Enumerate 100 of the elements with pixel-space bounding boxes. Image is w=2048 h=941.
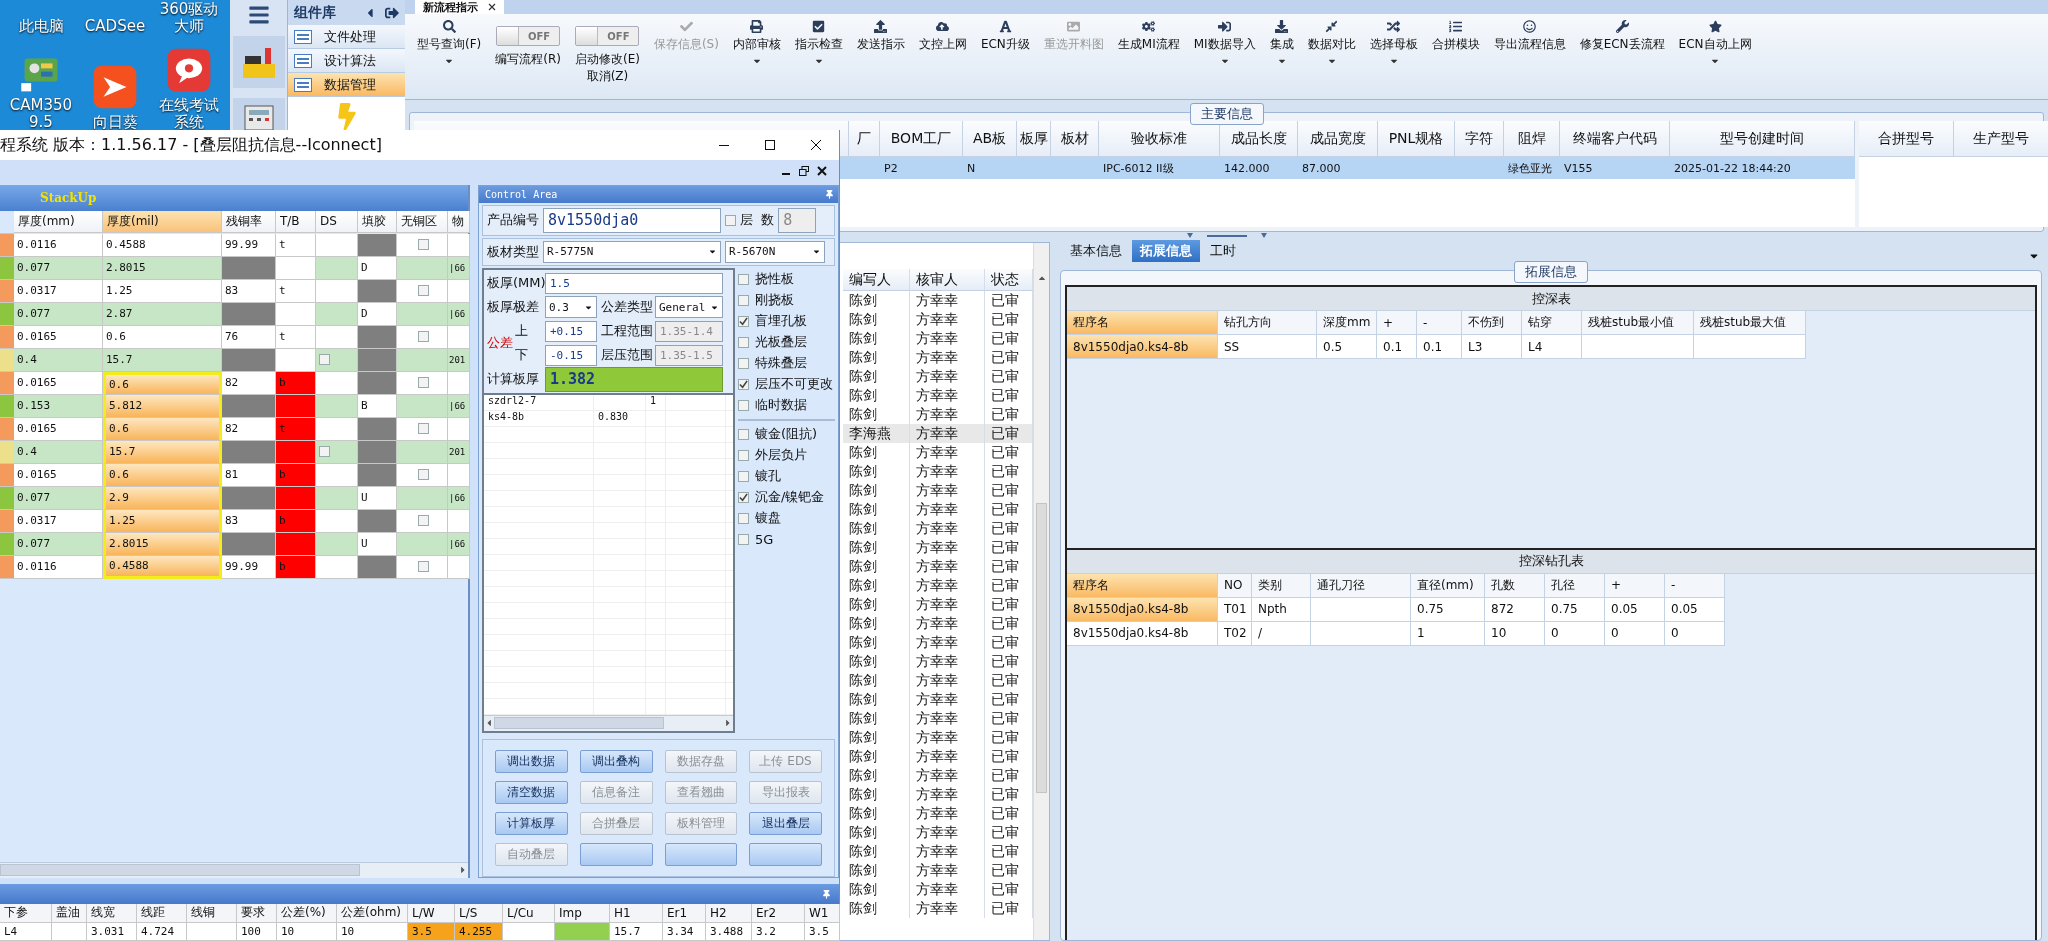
restore-icon[interactable] [799, 166, 809, 177]
toolbar-button[interactable]: 生成MI流程 [1111, 18, 1186, 55]
column-header[interactable]: 下参 [0, 904, 52, 923]
table-cell[interactable]: 15.7 [103, 441, 222, 464]
action-button[interactable]: 计算板厚 [495, 812, 568, 835]
checkbox[interactable] [725, 215, 736, 226]
checkbox-label[interactable]: 层压不可更改 [755, 375, 833, 394]
column-header[interactable]: 残铜率 [222, 211, 276, 233]
checkbox-label[interactable]: 临时数据 [755, 396, 807, 415]
table-cell[interactable]: 0.4588 [103, 556, 222, 579]
blank-button[interactable] [664, 843, 738, 866]
toolbar-button[interactable]: 导出流程信息 [1487, 18, 1572, 55]
checkbox-label[interactable]: 特殊叠层 [755, 354, 807, 373]
toolbar-button[interactable]: 选择母板 [1363, 18, 1424, 68]
table-cell[interactable]: 2.8015 [103, 533, 222, 556]
checkbox[interactable] [418, 377, 429, 389]
checkbox-label[interactable]: 外层负片 [755, 446, 807, 465]
checkbox-label[interactable]: 刚挠板 [755, 291, 794, 310]
table-cell[interactable]: 0.6 [103, 372, 222, 395]
column-header[interactable]: 线宽 [87, 904, 137, 923]
column-header[interactable]: 程序名 [1067, 311, 1218, 335]
select-field[interactable]: R-5670N [725, 241, 825, 263]
menu-icon[interactable] [247, 4, 270, 26]
checkbox[interactable] [738, 492, 749, 503]
checkbox[interactable] [738, 274, 749, 285]
checkbox[interactable] [738, 337, 749, 348]
column-header[interactable]: DS [316, 211, 358, 233]
input-field[interactable]: -0.15 [545, 345, 597, 366]
column-header[interactable]: T/B [276, 211, 316, 233]
checkbox[interactable] [418, 285, 429, 297]
checkbox-label[interactable]: 镀金(阻抗) [755, 425, 818, 444]
scroll-thumb[interactable] [1036, 503, 1047, 793]
table-cell[interactable]: 0.6 [103, 464, 222, 487]
column-header[interactable]: 厚度(mm) [14, 211, 103, 233]
checkbox[interactable] [418, 331, 429, 343]
column-header[interactable]: 要求 [237, 904, 277, 923]
table-cell[interactable]: 2.9 [103, 487, 222, 510]
exit-icon[interactable] [385, 5, 399, 20]
column-header[interactable]: - [1417, 311, 1462, 335]
library-item[interactable]: 设计算法 [288, 49, 405, 73]
checkbox[interactable] [738, 379, 749, 390]
column-header[interactable]: 盖油 [52, 904, 87, 923]
factory-tile[interactable] [232, 36, 285, 88]
column-header[interactable]: 核审人 [910, 269, 985, 290]
checkbox[interactable] [738, 358, 749, 369]
table-cell[interactable]: 0.6 [103, 418, 222, 441]
column-header[interactable]: 钻孔方向 [1218, 311, 1317, 335]
library-item[interactable]: 数据管理 [288, 73, 405, 97]
select-field[interactable]: R-5775N [543, 241, 721, 263]
close-icon[interactable] [810, 139, 822, 151]
tab[interactable]: 基本信息 [1062, 240, 1130, 262]
column-header[interactable]: Er2 [752, 904, 805, 923]
scrollbar[interactable] [1033, 243, 1049, 940]
toggle-switch[interactable]: OFF [496, 26, 561, 46]
checkbox[interactable] [738, 513, 749, 524]
maximize-icon[interactable] [764, 139, 776, 151]
column-header[interactable]: 残桩stub最大值 [1694, 311, 1806, 335]
blank-button[interactable] [749, 843, 822, 866]
column-header[interactable]: L/W [408, 904, 455, 923]
column-header[interactable]: Er1 [663, 904, 706, 923]
column-header[interactable]: 厚度(mil) [103, 211, 222, 233]
column-header[interactable]: 类别 [1252, 573, 1311, 598]
toolbar-button[interactable]: 文控上网 [912, 18, 973, 55]
desktop-icon-label[interactable]: CAM350 9.5 [6, 97, 76, 130]
column-header[interactable]: 钻穿 [1522, 311, 1582, 335]
splitter-handle[interactable] [1186, 233, 1267, 239]
scroll-thumb[interactable] [494, 717, 664, 730]
table-cell[interactable]: 1.25 [103, 280, 222, 303]
table-cell[interactable]: 2.87 [103, 303, 222, 326]
checkbox[interactable] [418, 561, 429, 573]
toolbar-button[interactable]: 合拼模块 [1425, 18, 1486, 55]
select-field[interactable]: 0.3 [545, 296, 597, 319]
checkbox-label[interactable]: 盲埋孔板 [755, 312, 807, 331]
column-header[interactable]: Imp [555, 904, 610, 923]
table-cell[interactable]: 0.4588 [103, 234, 222, 257]
column-header[interactable]: 合拼型号 [1859, 121, 1954, 157]
pin-icon[interactable] [825, 190, 834, 199]
checkbox[interactable] [738, 316, 749, 327]
desktop-icon-label[interactable]: 向日葵 [92, 113, 138, 130]
toolbar-button[interactable]: MI数据导入 [1187, 18, 1262, 68]
checkbox-label[interactable]: 沉金/镍钯金 [755, 488, 825, 507]
column-header[interactable]: 不伤到 [1462, 311, 1522, 335]
checkbox-label[interactable]: 5G [755, 532, 774, 547]
checkbox[interactable] [738, 534, 749, 545]
column-header[interactable]: H2 [706, 904, 752, 923]
toggle-switch[interactable]: OFF [575, 26, 640, 46]
action-button[interactable]: 调出数据 [495, 750, 568, 773]
close-icon[interactable] [488, 1, 496, 13]
column-header[interactable]: NO [1218, 573, 1252, 598]
scrollbar[interactable] [0, 862, 468, 878]
column-header[interactable]: 无铜区 [397, 211, 448, 233]
toolbar-button[interactable]: ECN升级 [974, 18, 1036, 55]
column-header[interactable]: 残桩stub最小值 [1582, 311, 1694, 335]
column-header[interactable]: + [1605, 573, 1665, 598]
document-tab[interactable]: 新流程指示 [415, 0, 504, 14]
desktop-icon-label[interactable]: 360驱动大师 [154, 1, 224, 34]
column-header[interactable]: 物 [448, 211, 470, 233]
scroll-thumb[interactable] [0, 864, 360, 877]
column-header[interactable]: L/S [455, 904, 503, 923]
column-header[interactable]: + [1377, 311, 1417, 335]
